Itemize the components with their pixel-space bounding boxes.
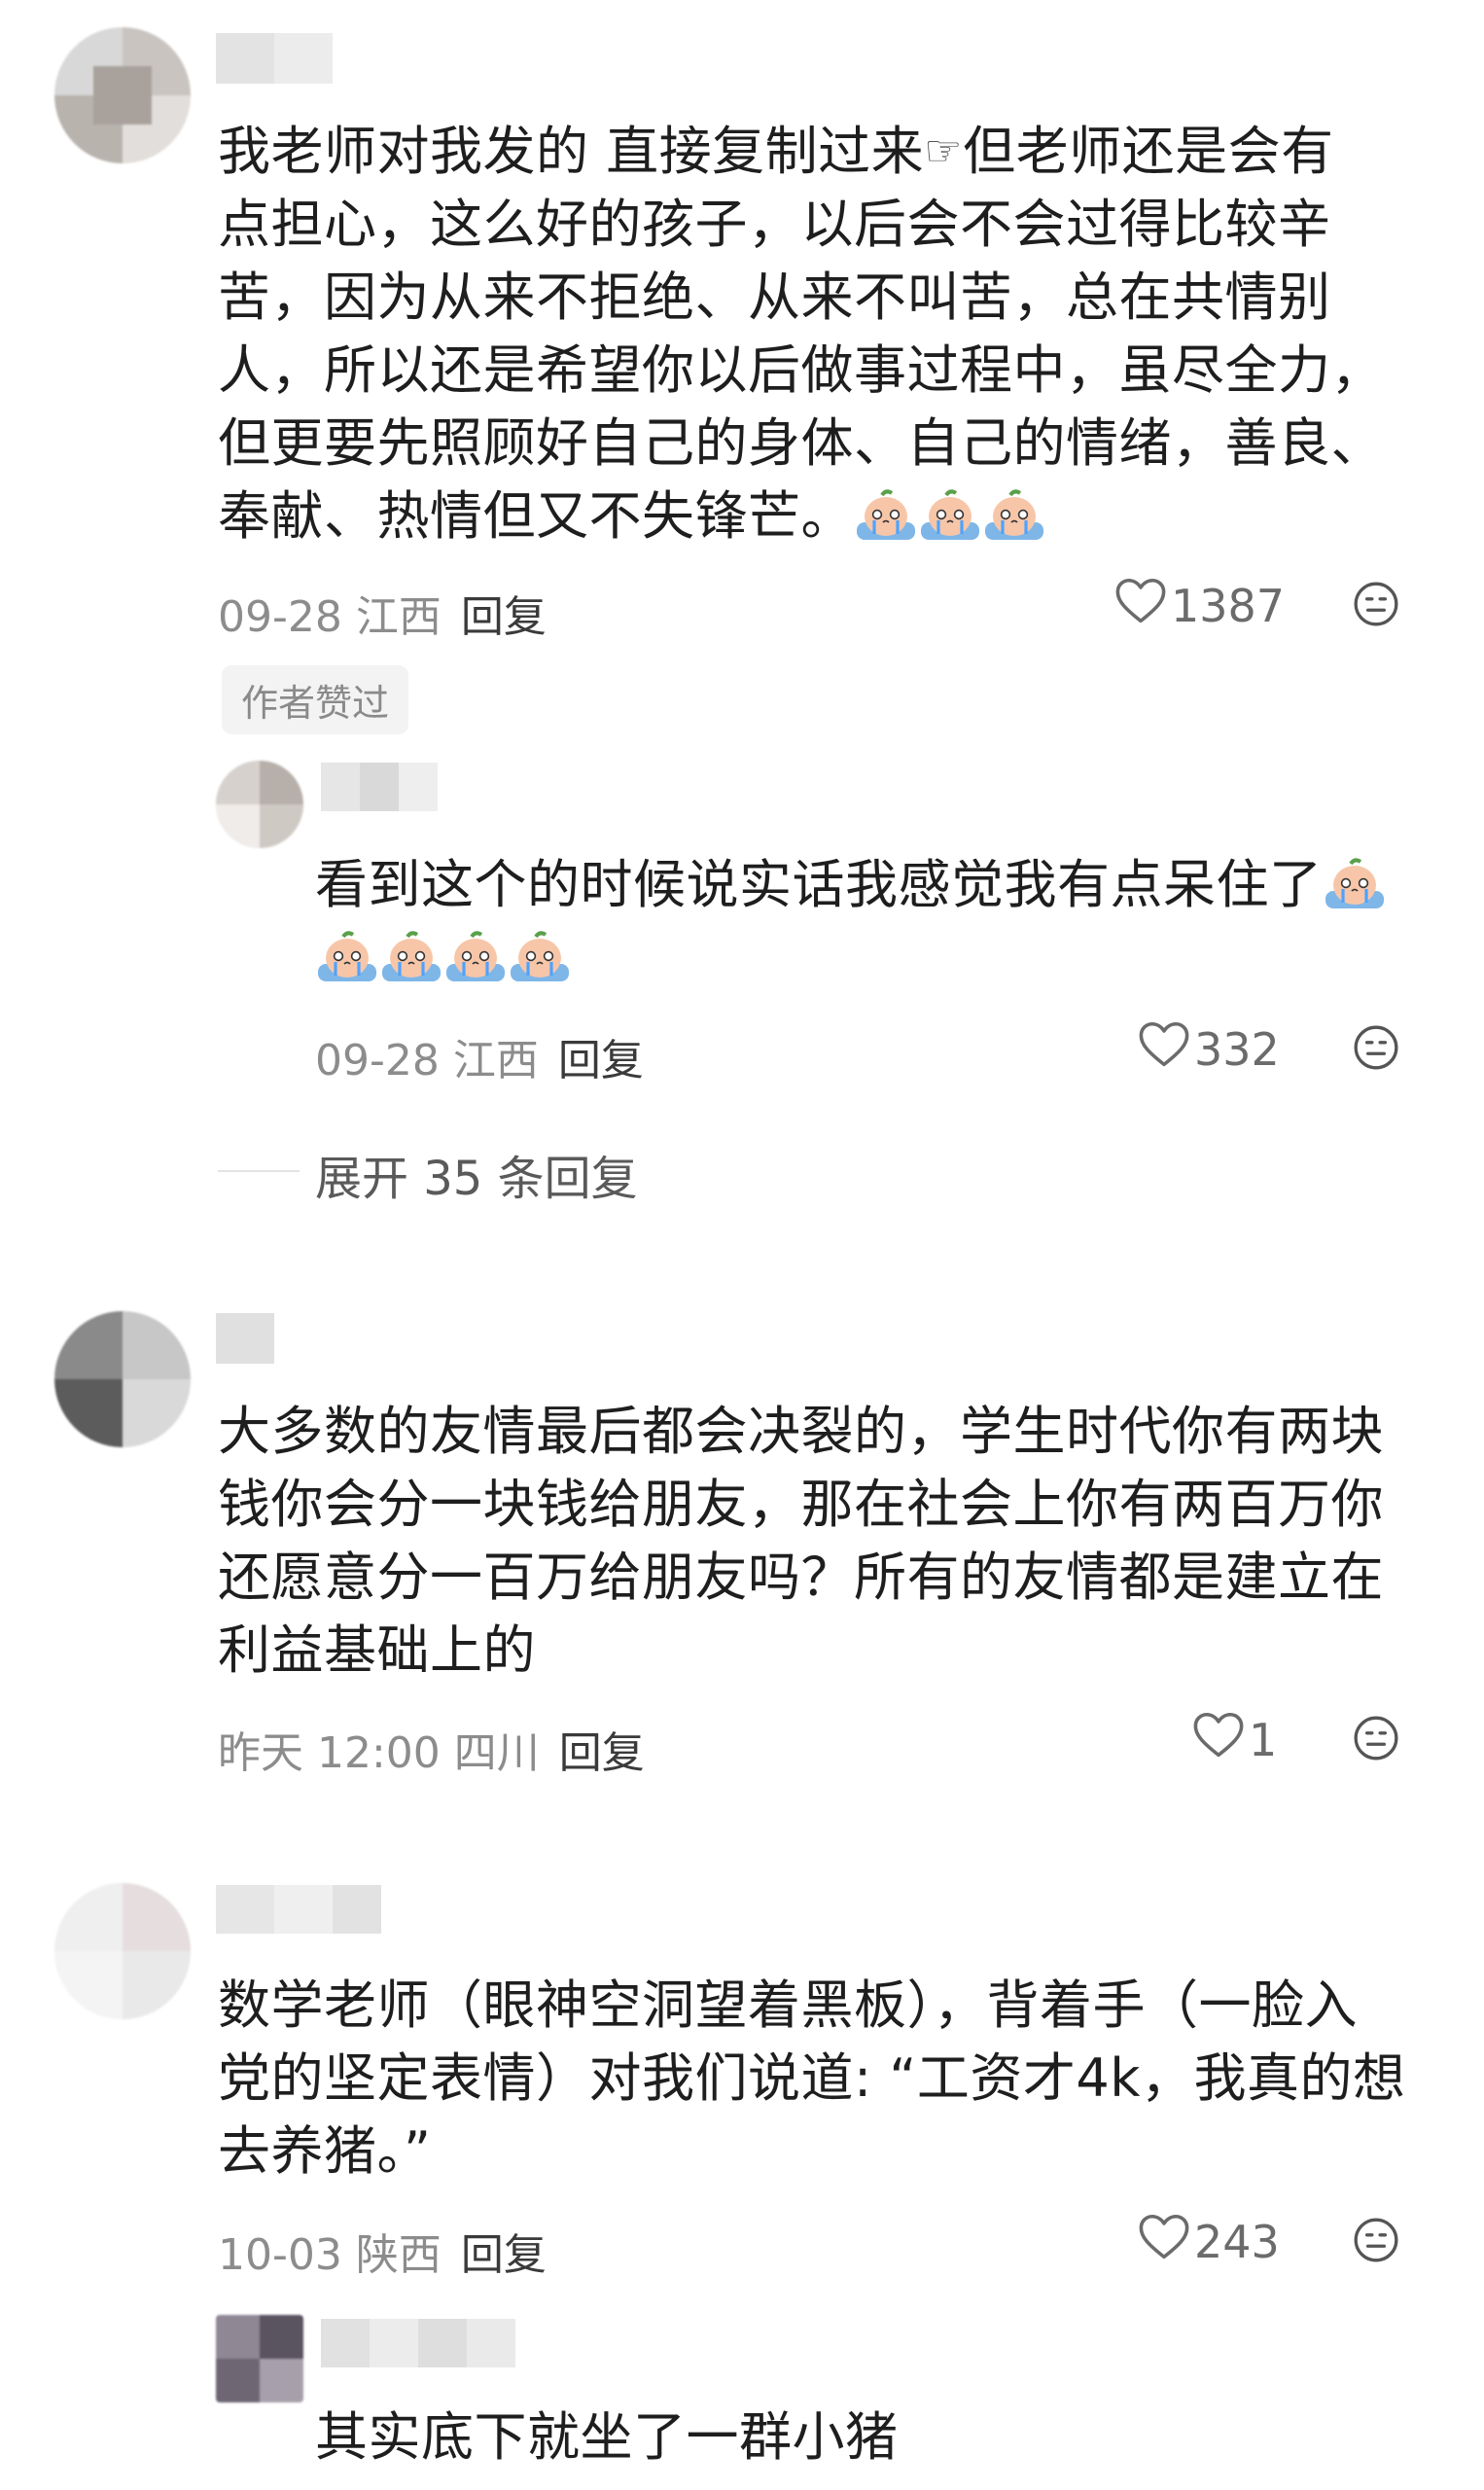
crying-emoji [511,931,569,981]
comment-meta: 昨天 12:00 四川 回复 [218,1718,645,1780]
like-count: 243 [1194,2215,1280,2268]
crying-emoji-group [1323,854,1387,915]
face-more-icon [1354,2218,1398,2262]
comment-text: 我老师对我发的 直接复制过来☞但老师还是会有 点担心，这么好的孩子，以后会不会过… [218,115,1384,552]
crying-emoji [985,489,1043,540]
expand-replies-button[interactable]: 展开 35 条回复 [315,1140,638,1208]
crying-emoji-group [854,485,918,547]
comment-line: 大多数的友情最后都会决裂的，学生时代你有两块 [218,1401,1384,1462]
heart-outline-icon [1138,2212,1194,2271]
comment-line: 其实底下就坐了一群小猪 [315,2406,899,2468]
comment-location: 陕西 [355,2230,442,2280]
comment-line: 还愿意分一百万给朋友吗？所有的友情都是建立在 [218,1547,1384,1608]
comment-date: 10-03 [218,2230,342,2280]
comment-location: 四川 [453,1728,540,1778]
comment-line: 去养猪。” [218,2120,432,2182]
avatar[interactable] [54,27,191,163]
comment-location: 江西 [452,1036,539,1085]
comment-text: 其实底下就坐了一群小猪 [315,2401,899,2473]
face-more-icon[interactable] [1352,2216,1400,2264]
crying-emoji-group [315,927,379,988]
crying-emoji [382,931,441,981]
face-more-icon[interactable] [1352,1023,1400,1072]
comment-meta: 09-28 江西 回复 [218,582,547,644]
comment-line: 奉献、热情但又不失锋芒。 [218,480,1384,552]
crying-emoji-group [379,927,443,988]
username-blurred[interactable] [216,1313,274,1364]
comment-line: 苦，因为从来不拒绝、从来不叫苦，总在共情别 [218,267,1331,328]
face-more-icon [1354,582,1398,626]
comment-location: 江西 [355,592,442,642]
comment-line: 看到这个的时候说实话我感觉我有点呆住了 [315,848,1387,921]
crying-emoji [318,931,376,981]
heart-outline-icon [1139,2214,1189,2259]
username-blurred[interactable] [321,2319,515,2367]
face-more-icon [1354,1025,1398,1070]
comment-date: 09-28 [218,592,342,642]
like-count: 1387 [1171,579,1286,632]
comment-text: 数学老师（眼神空洞望着黑板），背着手（一脸入 党的坚定表情）对我们说道: “工资… [218,1969,1405,2188]
pointing-hand-icon: ☞ [924,126,964,176]
like-button[interactable]: 243 [1138,2212,1280,2271]
like-count: 1 [1249,1713,1278,1766]
crying-emoji [1325,858,1384,908]
avatar[interactable] [216,2315,303,2402]
reply-button[interactable]: 回复 [461,2230,547,2280]
face-more-icon[interactable] [1352,580,1400,628]
reply-button[interactable]: 回复 [558,1036,644,1085]
avatar[interactable] [54,1883,191,2019]
avatar[interactable] [216,761,303,848]
crying-emoji [921,489,979,540]
crying-emoji-group [508,927,572,988]
expand-divider [218,1170,300,1172]
comment-line: 但更要先照顾好自己的身体、自己的情绪，善良、 [218,412,1384,474]
heart-outline-icon [1192,1710,1249,1769]
heart-outline-icon [1139,1021,1189,1067]
reply-button[interactable]: 回复 [461,592,547,642]
face-more-icon [1354,1716,1398,1761]
comment-date: 昨天 12:00 [218,1728,441,1778]
author-liked-badge: 作者赞过 [222,665,409,734]
comment-line: 数学老师（眼神空洞望着黑板），背着手（一脸入 [218,1974,1358,2036]
heart-outline-icon [1115,578,1166,623]
comment-line: 人，所以还是希望你以后做事过程中，虽尽全力， [218,339,1384,401]
like-button[interactable]: 1387 [1114,576,1285,635]
comment-line: 钱你会分一块钱给朋友，那在社会上你有两百万你 [218,1474,1384,1535]
like-button[interactable]: 1 [1192,1710,1277,1769]
username-blurred[interactable] [216,33,333,84]
comment-line: 我老师对我发的 直接复制过来☞但老师还是会有 [218,115,1384,188]
crying-emoji [446,931,505,981]
crying-emoji-group [918,485,982,547]
comment-meta: 09-28 江西 回复 [315,1025,644,1087]
comment-date: 09-28 [315,1036,440,1085]
comment-meta: 10-03 陕西 回复 [218,2220,547,2282]
comment-line: 利益基础上的 [218,1619,536,1681]
username-blurred[interactable] [321,763,438,811]
like-button[interactable]: 332 [1138,1019,1280,1079]
crying-emoji-group [443,927,508,988]
comment-text: 大多数的友情最后都会决裂的，学生时代你有两块 钱你会分一块钱给朋友，那在社会上你… [218,1395,1384,1687]
crying-emoji-group [982,485,1046,547]
comment-text: 看到这个的时候说实话我感觉我有点呆住了 [315,848,1387,994]
heart-outline-icon [1138,1019,1194,1079]
heart-outline-icon [1193,1712,1244,1758]
emoji-line [315,921,1387,994]
comment-line: 点担心，这么好的孩子，以后会不会过得比较辛 [218,194,1331,255]
username-blurred[interactable] [216,1885,381,1934]
heart-outline-icon [1114,576,1171,635]
comment-line: 党的坚定表情）对我们说道: “工资才4k，我真的想 [218,2047,1406,2109]
crying-emoji [857,489,915,540]
face-more-icon[interactable] [1352,1714,1400,1762]
like-count: 332 [1194,1022,1280,1076]
reply-button[interactable]: 回复 [559,1728,645,1778]
avatar[interactable] [54,1311,191,1447]
